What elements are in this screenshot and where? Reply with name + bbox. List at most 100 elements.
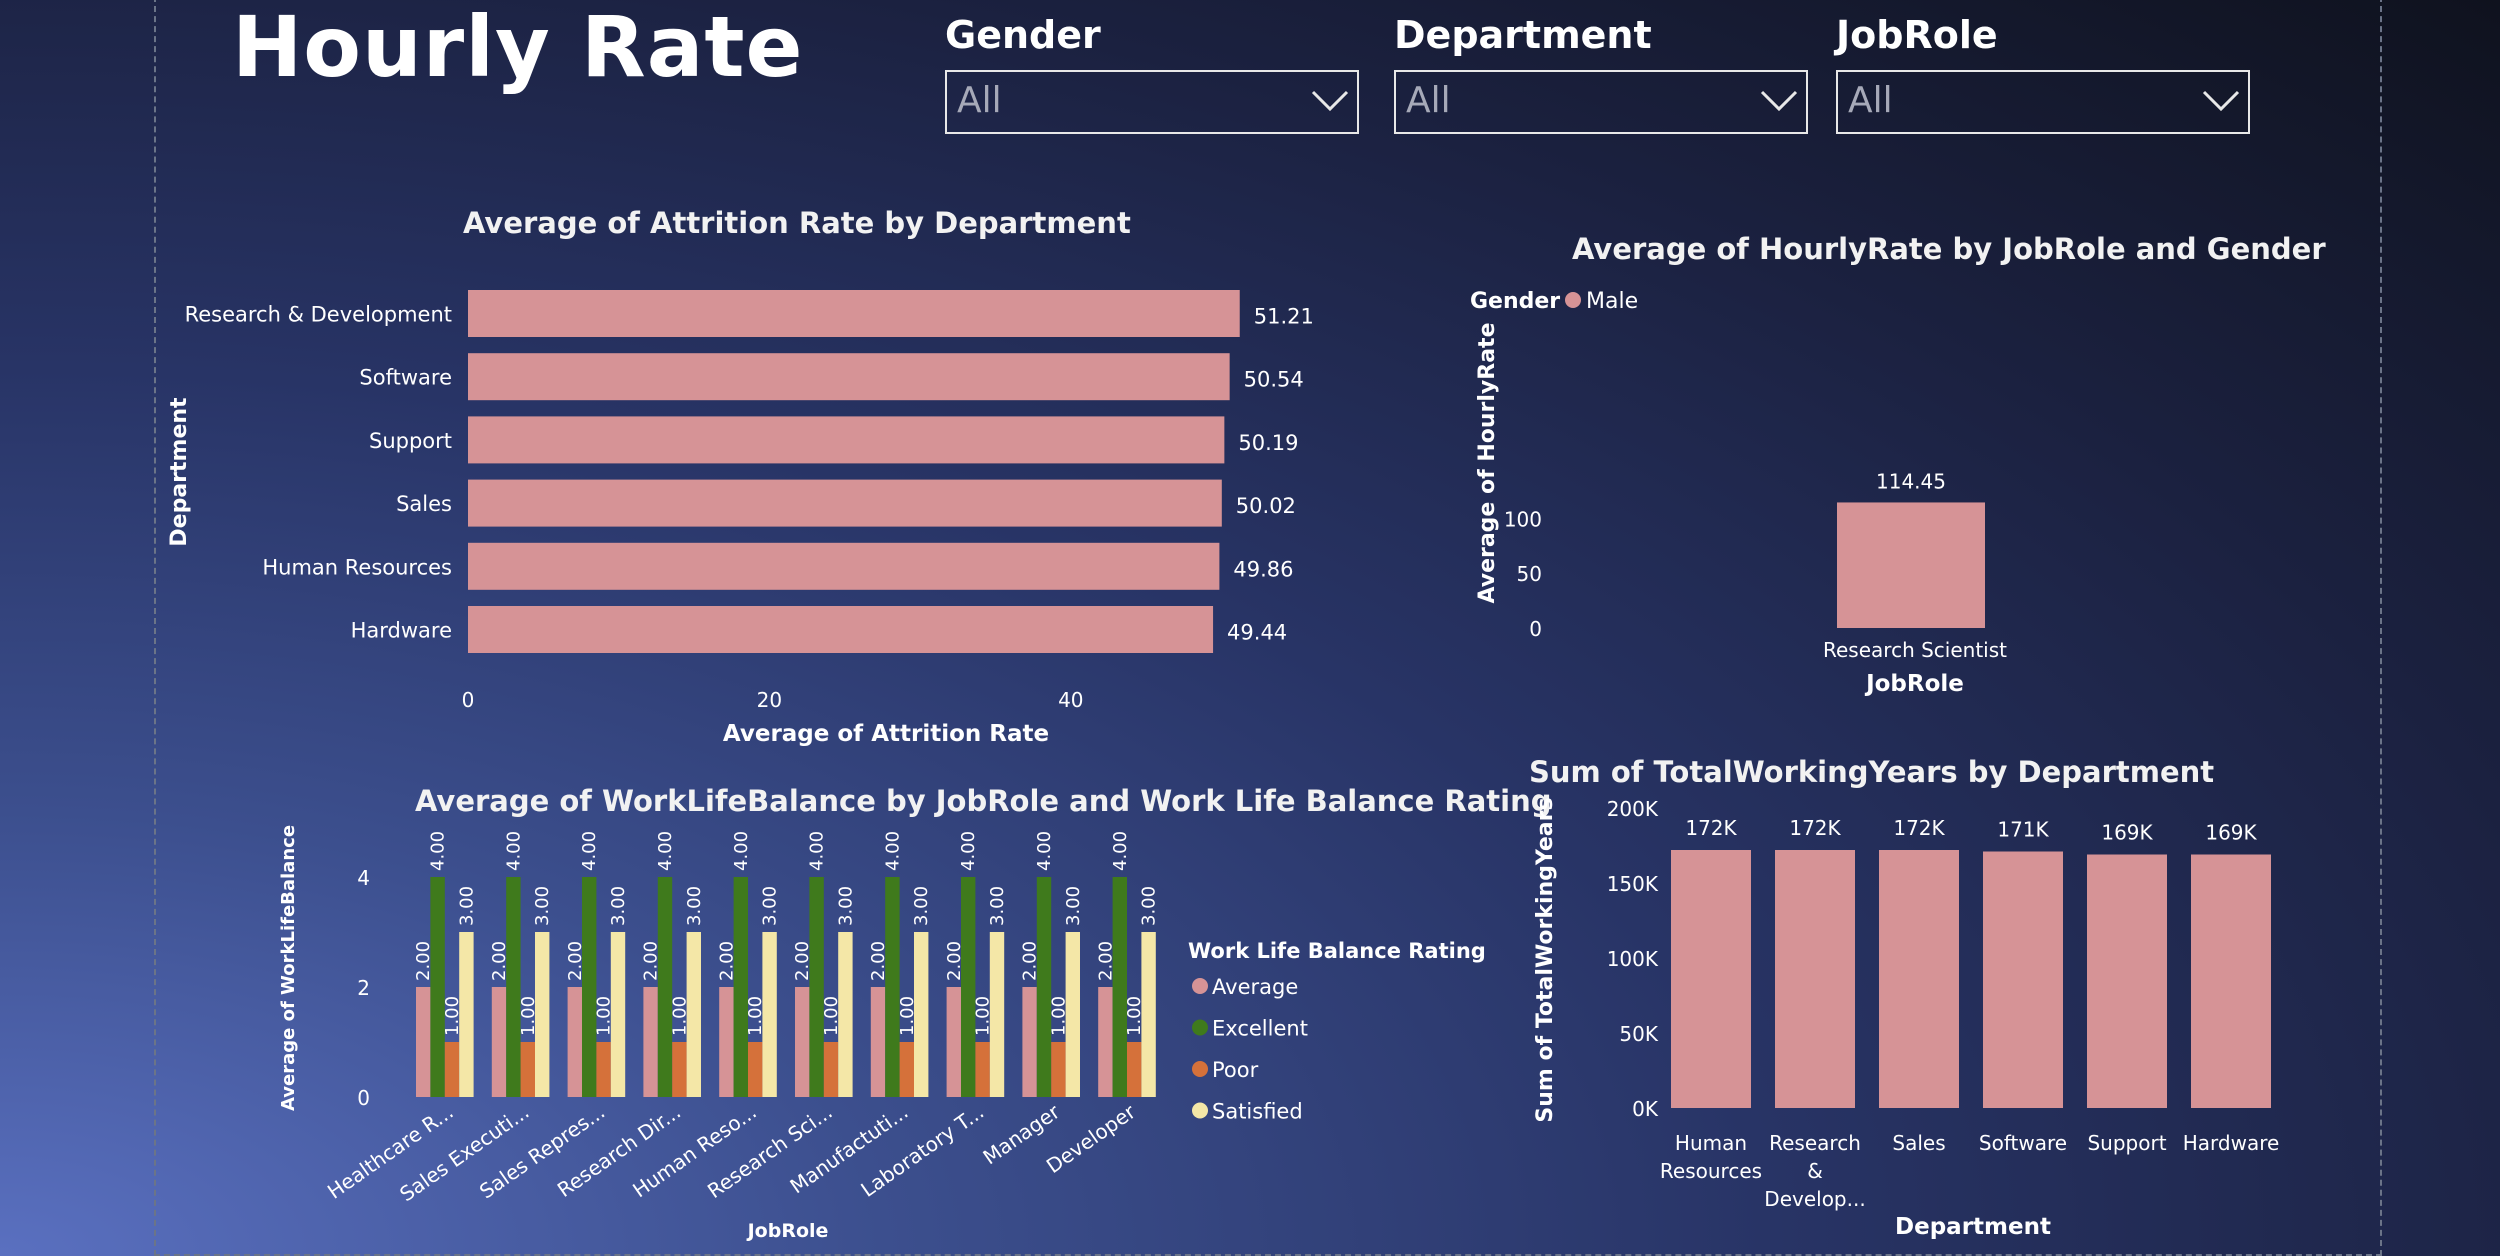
attrition-value-label: 50.19 — [1238, 431, 1298, 455]
worklife-bar-poor — [1127, 1042, 1142, 1097]
attrition-value-label: 50.02 — [1236, 494, 1296, 518]
worklife-bar-excellent — [1112, 877, 1127, 1097]
totalyears-x-tick-label: Sales — [1892, 1131, 1945, 1155]
worklife-x-tick-label: Healthcare R... — [323, 1099, 458, 1203]
worklife-bar-satisfied — [686, 932, 701, 1097]
worklife-bar-average — [870, 987, 886, 1097]
hourly-value-label: 114.45 — [1876, 469, 1946, 493]
totalyears-y-tick-label: 0K — [1632, 1097, 1659, 1121]
totalyears-bar — [2087, 854, 2167, 1108]
worklife-value-label: 4.00 — [428, 831, 449, 871]
worklife-bar-satisfied — [1141, 932, 1156, 1097]
worklife-bar-average — [643, 987, 658, 1097]
worklife-y-axis-title: Average of WorkLifeBalance — [278, 825, 299, 1111]
worklife-value-label: 3.00 — [987, 886, 1008, 926]
totalyears-x-tick-label: Human — [1675, 1131, 1747, 1155]
worklife-bar-poor — [975, 1042, 990, 1097]
totalyears-value-label: 172K — [1893, 816, 1945, 840]
worklife-value-label: 4.00 — [807, 831, 828, 871]
worklife-value-label: 4.00 — [1034, 831, 1055, 871]
worklife-bar-satisfied — [535, 932, 550, 1097]
worklife-value-label: 3.00 — [760, 886, 781, 926]
worklife-value-label: 3.00 — [835, 886, 856, 926]
worklife-bar-poor — [444, 1042, 460, 1097]
attrition-x-axis-title: Average of Attrition Rate — [723, 721, 1049, 747]
attrition-bar — [468, 479, 1222, 527]
attrition-bar — [468, 542, 1220, 590]
worklife-value-label: 4.00 — [1110, 831, 1131, 871]
worklife-bar-excellent — [885, 877, 900, 1097]
totalyears-x-tick-label: & — [1807, 1159, 1823, 1183]
worklife-value-label: 3.00 — [1139, 886, 1160, 926]
totalyears-y-axis-title: Sum of TotalWorkingYears — [1533, 797, 1558, 1122]
worklife-y-tick-label: 4 — [357, 866, 370, 890]
worklife-bar-satisfied — [459, 932, 474, 1097]
worklife-legend-label: Poor — [1212, 1058, 1259, 1082]
hourly-x-axis-title: JobRole — [1864, 671, 1964, 697]
totalyears-x-tick-label: Research — [1769, 1131, 1861, 1155]
attrition-bar — [468, 416, 1225, 464]
worklife-value-label: 4.00 — [958, 831, 979, 871]
worklife-bar-average — [719, 987, 734, 1097]
worklife-legend-label: Satisfied — [1212, 1100, 1303, 1124]
totalyears-x-tick-label: Resources — [1660, 1159, 1762, 1183]
worklife-bar-average — [491, 987, 507, 1097]
attrition-category-label: Software — [359, 366, 452, 390]
worklife-legend-marker-satisfied — [1192, 1102, 1208, 1119]
hourly-x-tick-label: Research Scientist — [1823, 638, 2007, 662]
worklife-bar-satisfied — [989, 932, 1005, 1097]
attrition-bar — [468, 290, 1240, 337]
attrition-x-tick-label: 40 — [1058, 688, 1083, 712]
attrition-category-label: Hardware — [351, 619, 452, 643]
worklife-legend-label: Average — [1212, 975, 1298, 999]
worklife-value-label: 3.00 — [456, 886, 477, 926]
worklife-legend-marker-poor — [1192, 1061, 1208, 1077]
worklife-bar-poor — [748, 1042, 763, 1097]
worklife-bar-excellent — [961, 877, 976, 1097]
worklife-bar-excellent — [430, 877, 445, 1097]
worklife-bar-excellent — [809, 877, 824, 1097]
worklife-bar-satisfied — [610, 932, 626, 1097]
worklife-x-axis-title: JobRole — [746, 1220, 829, 1242]
totalyears-y-tick-label: 150K — [1607, 872, 1659, 896]
worklife-bar-satisfied — [914, 932, 929, 1097]
hourly-y-tick-label: 0 — [1529, 617, 1542, 641]
hourly-legend-label: Male — [1586, 289, 1638, 314]
totalyears-x-axis-title: Department — [1895, 1214, 2051, 1240]
hourly-bar — [1837, 502, 1985, 628]
totalyears-value-label: 169K — [2205, 821, 2257, 845]
worklife-y-tick-label: 2 — [357, 976, 370, 1000]
worklife-value-label: 4.00 — [882, 831, 903, 871]
worklife-value-label: 3.00 — [911, 886, 932, 926]
totalyears-value-label: 171K — [1997, 818, 2049, 842]
worklife-bar-poor — [823, 1042, 839, 1097]
attrition-category-label: Sales — [396, 492, 452, 516]
hourly-y-tick-label: 50 — [1517, 562, 1542, 586]
attrition-value-label: 49.86 — [1233, 557, 1293, 581]
worklife-bar-satisfied — [1065, 932, 1080, 1097]
totalyears-x-tick-label: Hardware — [2183, 1131, 2280, 1155]
totalyears-bar — [2191, 854, 2271, 1108]
worklife-bar-average — [416, 987, 431, 1097]
worklife-bar-poor — [899, 1042, 914, 1097]
totalyears-bar — [1879, 850, 1959, 1108]
worklife-bar-poor — [672, 1042, 687, 1097]
attrition-x-tick-label: 20 — [757, 688, 782, 712]
attrition-x-tick-label: 0 — [462, 688, 475, 712]
worklife-legend-marker-average — [1192, 978, 1208, 994]
attrition-category-label: Human Resources — [262, 555, 452, 579]
totalyears-bar — [1983, 851, 2063, 1108]
attrition-category-label: Support — [369, 429, 452, 453]
worklife-bar-excellent — [733, 877, 748, 1097]
worklife-x-tick-label: Research Sci... — [703, 1099, 837, 1203]
worklife-value-label: 4.00 — [503, 831, 524, 871]
worklife-y-tick-label: 0 — [357, 1086, 370, 1110]
attrition-category-label: Research & Development — [185, 303, 452, 327]
worklife-bar-average — [795, 987, 810, 1097]
totalyears-x-tick-label: Software — [1979, 1131, 2067, 1155]
totalyears-value-label: 172K — [1685, 816, 1737, 840]
totalyears-y-tick-label: 50K — [1619, 1022, 1658, 1046]
worklife-legend-title: Work Life Balance Rating — [1188, 939, 1486, 963]
worklife-bar-average — [567, 987, 582, 1097]
charts-layer: Research & Development 51.21 Software 50.54… — [167, 289, 2280, 1242]
